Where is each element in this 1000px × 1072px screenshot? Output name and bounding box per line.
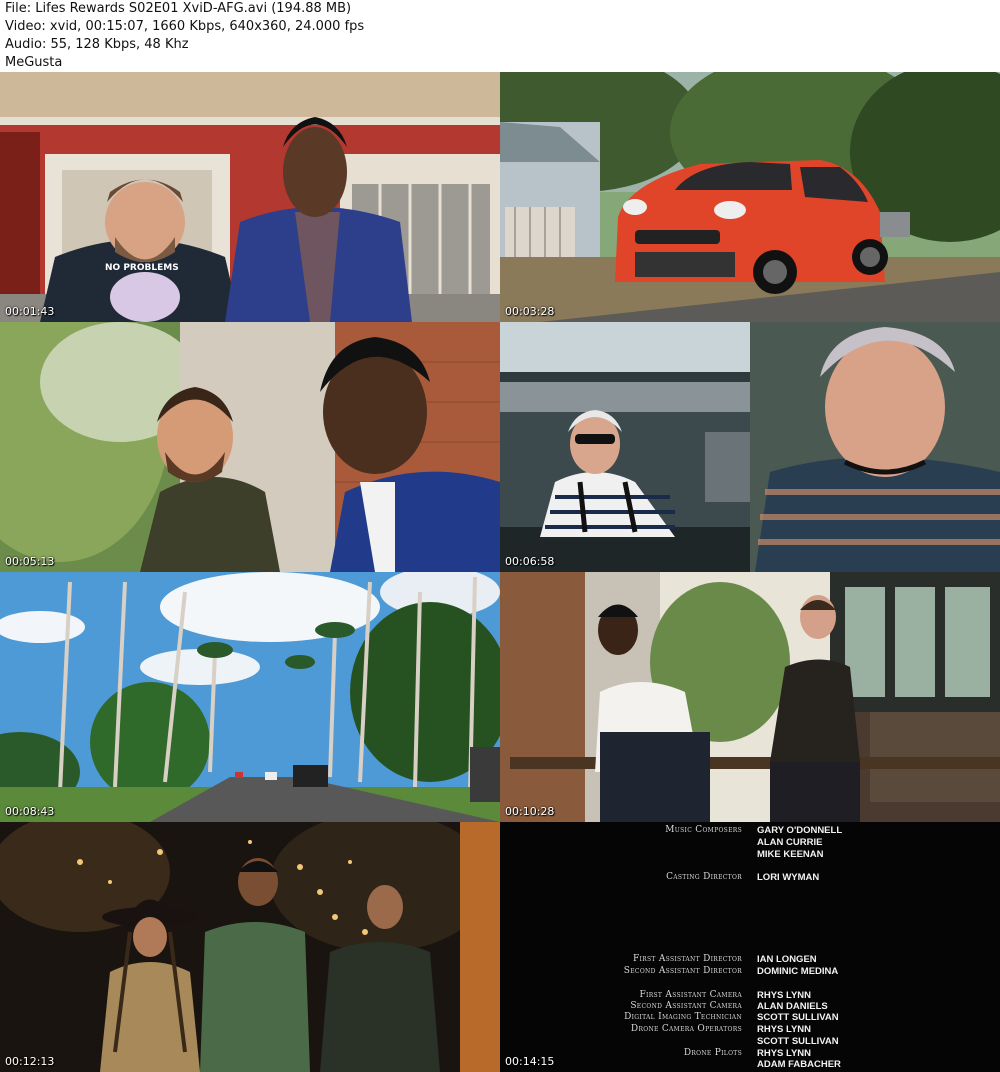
scene-lobby [500,572,1000,822]
thumbnail-1: NO PROBLEMS 00:01:43 [0,72,500,322]
credit-name: ADAM FABACHER [757,1059,841,1070]
thumbnail-6: 00:10:28 [500,572,1000,822]
thumbnail-7: 00:12:13 [0,822,500,1072]
credit-name: SCOTT SULLIVAN [757,1012,839,1023]
scene-kitchen [500,322,1000,572]
credit-name: IAN LONGEN [757,954,817,965]
credit-role: Music Composers [665,825,742,835]
credit-role: Casting Director [666,872,742,882]
credit-name: MIKE KEENAN [757,849,824,860]
thumbnail-4: 00:06:58 [500,322,1000,572]
shirt-text: NO PROBLEMS [105,263,179,273]
timestamp: 00:10:28 [505,805,555,818]
scene-palm-road [0,572,500,822]
credit-name: RHYS LYNN [757,1024,812,1035]
thumbnail-8: Music Composers GARY O'DONNELL ALAN CURR… [500,822,1000,1072]
thumbnail-3: 00:05:13 [0,322,500,572]
credit-name: GARY O'DONNELL [757,825,843,836]
credit-role: First Assistant Camera [639,990,742,1000]
timestamp: 00:12:13 [5,1055,55,1068]
credit-name: LORI WYMAN [757,872,820,883]
end-credits: Music Composers GARY O'DONNELL ALAN CURR… [500,822,1000,1072]
timestamp: 00:08:43 [5,805,55,818]
credit-name: ALAN DANIELS [757,1001,828,1012]
thumbnail-2: 00:03:28 [500,72,1000,322]
audio-info-line: Audio: 55, 128 Kbps, 48 Khz [5,37,189,52]
credit-name: RHYS LYNN [757,1048,812,1059]
credit-role: Drone Pilots [683,1048,742,1058]
scene-red-car [500,72,1000,322]
scene-night-walk [0,822,500,1072]
scene-porch-two-men: NO PROBLEMS [0,72,500,322]
thumbnail-5: 00:08:43 [0,572,500,822]
credit-role: Second Assistant Director [623,966,742,976]
credit-role: First Assistant Director [632,954,742,964]
credit-name: RHYS LYNN [757,990,812,1001]
video-info-line: Video: xvid, 00:15:07, 1660 Kbps, 640x36… [5,19,365,34]
credit-name: SCOTT SULLIVAN [757,1036,839,1047]
timestamp: 00:05:13 [5,555,55,568]
credit-role: Drone Camera Operators [630,1024,742,1034]
scene-two-men-outdoor [0,322,500,572]
timestamp: 00:14:15 [505,1055,555,1068]
timestamp: 00:01:43 [5,305,55,318]
timestamp: 00:06:58 [505,555,555,568]
credit-role: Second Assistant Camera [630,1001,742,1011]
file-info-line: File: Lifes Rewards S02E01 XviD-AFG.avi … [5,1,352,16]
file-info-header: File: Lifes Rewards S02E01 XviD-AFG.avi … [0,0,1000,72]
credit-role: Digital Imaging Technician [624,1012,742,1022]
credit-name: DOMINIC MEDINA [757,966,839,977]
thumbnail-grid: NO PROBLEMS 00:01:43 00:03:28 00:05:13 0… [0,72,1000,1072]
release-tag: MeGusta [5,55,63,70]
credit-name: ALAN CURRIE [757,837,823,848]
timestamp: 00:03:28 [505,305,555,318]
